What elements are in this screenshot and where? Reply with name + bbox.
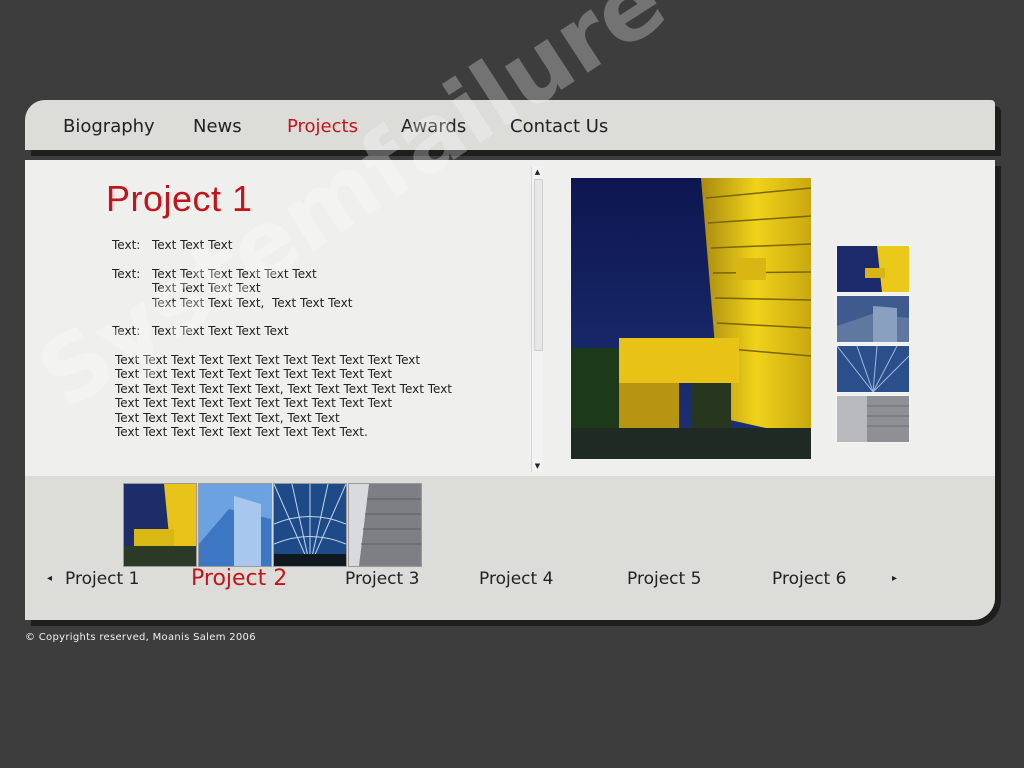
side-thumbnail-1[interactable] xyxy=(836,245,910,293)
project-link-2[interactable]: Project 2 xyxy=(191,566,287,591)
content-panel: Project 1 Text: Text Text Text Text: Tex… xyxy=(25,160,995,620)
strip-thumbnail-2[interactable] xyxy=(198,483,272,567)
strip-thumbnail-1[interactable] xyxy=(123,483,197,567)
main-nav: Biography News Projects Awards Contact U… xyxy=(25,100,995,150)
nav-projects[interactable]: Projects xyxy=(287,100,358,150)
side-thumbnail-2[interactable] xyxy=(836,295,910,343)
text-scrollbar[interactable]: ▲ ▼ xyxy=(531,167,543,472)
scroll-up-icon[interactable]: ▲ xyxy=(532,167,543,178)
field-label: Text: xyxy=(112,324,141,338)
field-value: Text Text Text xyxy=(152,238,233,252)
side-thumbnail-4[interactable] xyxy=(836,395,910,443)
project-link-6[interactable]: Project 6 xyxy=(772,569,846,589)
side-thumbnail-3[interactable] xyxy=(836,345,910,393)
arrow-left-icon[interactable]: ◂ xyxy=(47,573,52,584)
project-link-5[interactable]: Project 5 xyxy=(627,569,701,589)
scroll-thumb[interactable] xyxy=(534,179,543,351)
project-link-3[interactable]: Project 3 xyxy=(345,569,419,589)
strip-thumbnail-3[interactable] xyxy=(273,483,347,567)
strip-thumbnail-4[interactable] xyxy=(348,483,422,567)
nav-awards[interactable]: Awards xyxy=(401,100,466,150)
scroll-down-icon[interactable]: ▼ xyxy=(532,461,543,472)
field-value: Text Text Text Text Text xyxy=(152,324,289,338)
nav-contact-us[interactable]: Contact Us xyxy=(510,100,608,150)
project-description: Text: Text Text Text Text: Text Text Tex… xyxy=(112,238,532,440)
project-link-4[interactable]: Project 4 xyxy=(479,569,553,589)
field-label: Text: xyxy=(112,238,141,252)
description-paragraph: Text Text Text Text Text Text Text Text … xyxy=(115,352,453,440)
project-link-1[interactable]: Project 1 xyxy=(65,569,139,589)
field-value: Text Text Text Text Text Text Text Text … xyxy=(152,266,353,310)
field-label: Text: xyxy=(112,266,141,281)
copyright-text: © Copyrights reserved, Moanis Salem 2006 xyxy=(25,632,256,643)
project-title: Project 1 xyxy=(106,178,253,219)
nav-news[interactable]: News xyxy=(193,100,242,150)
main-project-photo xyxy=(571,178,811,459)
arrow-right-icon[interactable]: ▸ xyxy=(892,573,897,584)
nav-biography[interactable]: Biography xyxy=(63,100,155,150)
